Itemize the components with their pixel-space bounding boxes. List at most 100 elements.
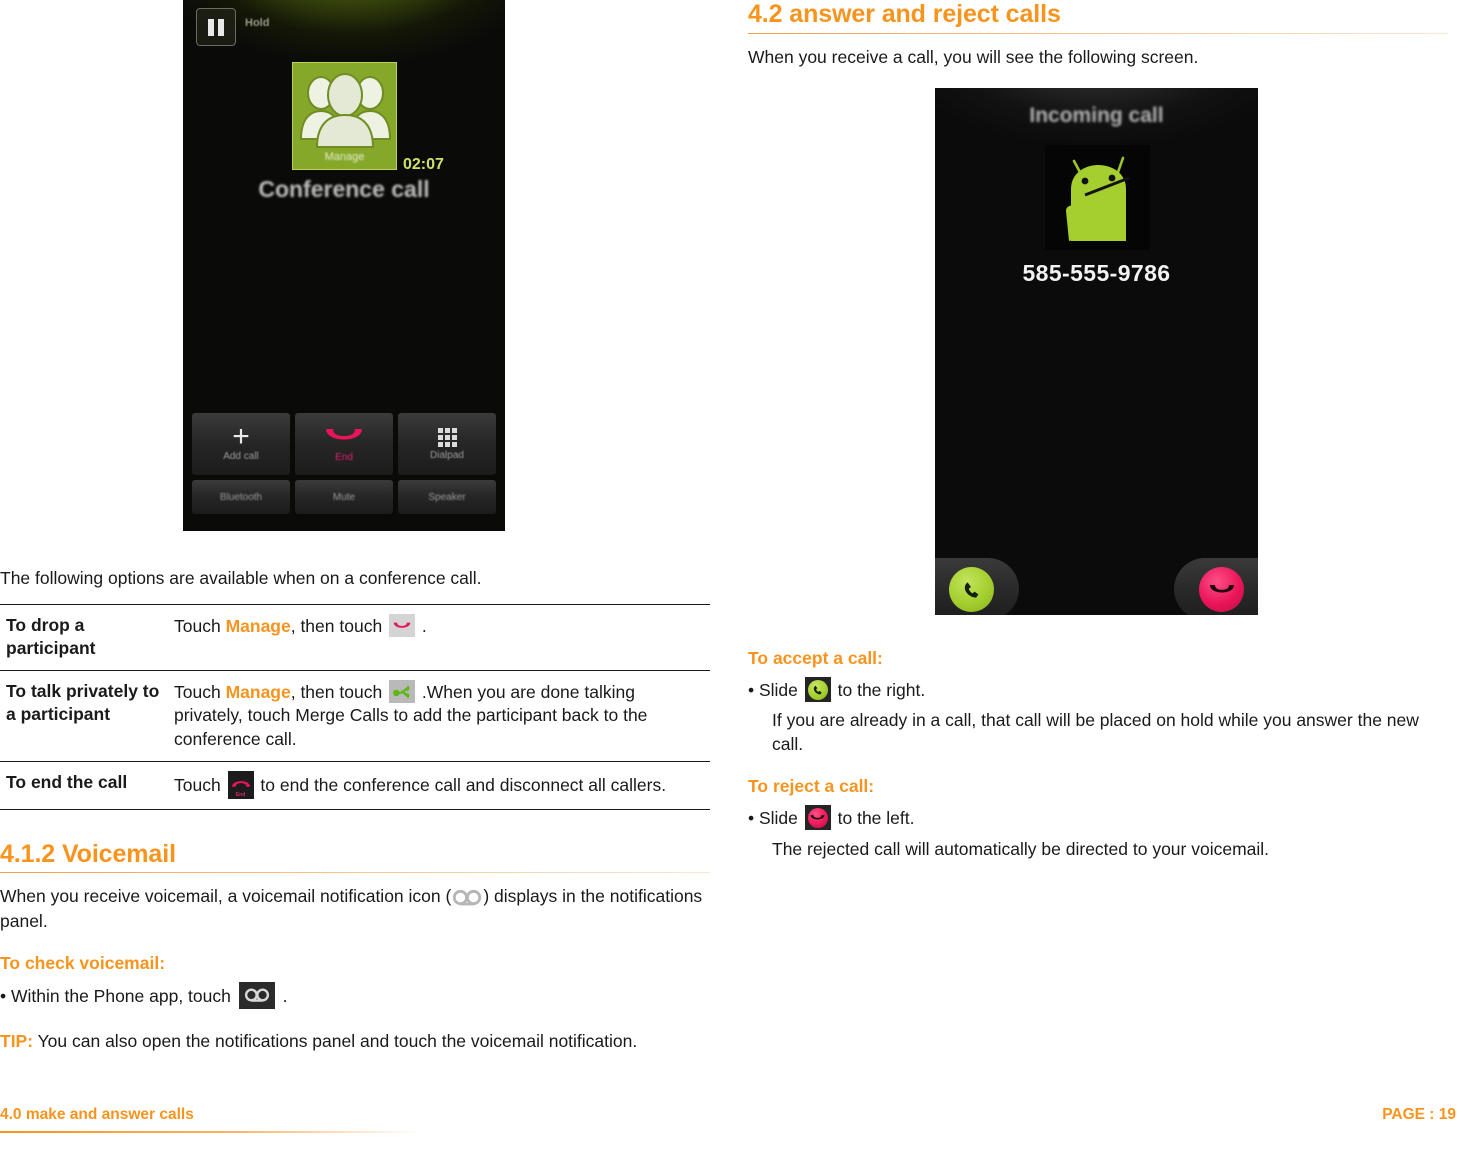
mute-label: Mute [332, 491, 356, 503]
voicemail-glyph [453, 890, 482, 906]
dialpad-label: Dialpad [430, 449, 464, 461]
row-description: Touch End to end the conference call and… [168, 760, 710, 810]
bullet-post: to the left. [832, 808, 915, 829]
incoming-call-title: Incoming call [1029, 104, 1164, 127]
bluetooth-label: Bluetooth [219, 491, 263, 503]
footer-rule [0, 1131, 420, 1133]
manage-link[interactable]: Manage [226, 682, 291, 702]
drop-participant-icon [389, 614, 416, 638]
right-column: 4.2 answer and reject calls When you rec… [748, 0, 1448, 80]
conference-call-title: Conference call [258, 176, 430, 202]
plus-icon: + [232, 420, 250, 453]
end-call-label: End [335, 452, 353, 463]
end-call-button[interactable]: End [295, 413, 393, 475]
bullet-pre: • Slide [748, 680, 803, 700]
answer-slider-handle[interactable] [949, 567, 994, 612]
desc-pre: Touch [174, 616, 226, 637]
call-controls-row-1: + Add call End Dialpad [192, 413, 496, 475]
pause-icon [208, 18, 224, 36]
answer-call-icon [804, 677, 831, 702]
row-description: Touch Manage, then touch . [168, 604, 710, 671]
desc-pre: Touch [174, 774, 226, 795]
caller-number: 585-555-9786 [1022, 260, 1171, 286]
answer-reject-intro: When you receive a call, you will see th… [748, 46, 1199, 67]
reject-call-icon [804, 805, 831, 831]
bullet-pre: • Slide [748, 808, 803, 829]
reject-dot [807, 807, 828, 828]
bullet-post: . [277, 985, 288, 1006]
end-call-icon: End [227, 770, 254, 799]
add-call-label: Add call [223, 451, 259, 462]
voicemail-heading-rule [0, 872, 710, 874]
conference-options-intro: The following options are available when… [0, 568, 482, 588]
end-call-chip-label: End [235, 792, 246, 799]
manage-button[interactable]: Manage [292, 62, 397, 170]
conference-call-screenshot: Hold Manage 02:07 Conference call + Add … [183, 0, 505, 531]
reject-call-heading: To reject a call: [748, 776, 875, 797]
check-voicemail-heading: To check voicemail: [0, 952, 166, 973]
tip-text: You can also open the notifications pane… [33, 1030, 638, 1051]
left-column: The following options are available when… [0, 566, 710, 1064]
hold-button[interactable] [196, 8, 236, 46]
end-call-icon [326, 429, 362, 440]
voicemail-button-icon [238, 981, 275, 1009]
dialpad-button[interactable]: Dialpad [398, 413, 496, 475]
group-people-icon [299, 73, 392, 148]
split-glyph [393, 684, 410, 700]
reject-call-bullet: • Slide to the left. [748, 805, 1448, 831]
add-call-button[interactable]: + Add call [192, 413, 290, 475]
answer-call-icon [964, 581, 978, 598]
dialpad-icon [437, 427, 457, 447]
reject-slider-handle[interactable] [1199, 567, 1244, 612]
voicemail-glyph [244, 988, 269, 1002]
page-footer: 4.0 make and answer calls PAGE : 19 [0, 1106, 1462, 1140]
desc-post: to end the conference call and disconnec… [255, 774, 667, 795]
handset-glyph [813, 685, 822, 694]
voicemail-paragraph: When you receive voicemail, a voicemail … [0, 884, 710, 932]
manage-label: Manage [324, 151, 365, 163]
voicemail-tip: TIP: You can also open the notifications… [0, 1029, 710, 1053]
accept-call-bullet: • Slide to the right. [748, 677, 1448, 702]
row-description: Touch Manage, then touch .When you are d… [168, 670, 710, 762]
speaker-button[interactable]: Speaker [398, 480, 496, 514]
split-call-icon [389, 680, 416, 704]
voicemail-heading: 4.1.2 Voicemail [0, 839, 176, 868]
row-term: To talk privately to a participant [0, 670, 168, 762]
conference-options-table: To drop a participant Touch Manage, then… [0, 604, 710, 810]
reject-call-note: The rejected call will automatically be … [772, 838, 1270, 859]
desc-mid: , then touch [290, 616, 388, 637]
voicemail-notification-icon [452, 888, 482, 907]
reject-call-icon [1209, 584, 1234, 592]
manage-link[interactable]: Manage [226, 616, 291, 636]
desc-post: . [417, 616, 427, 637]
bullet-post: to the right. [832, 680, 926, 700]
hold-label: Hold [245, 17, 270, 29]
tip-label: TIP: [0, 1030, 34, 1051]
footer-page-number: PAGE : 19 [1382, 1106, 1456, 1123]
table-row: To talk privately to a participant Touch… [0, 670, 710, 762]
desc-pre: Touch [174, 682, 226, 703]
call-timer: 02:07 [403, 156, 444, 173]
right-column-lower: To accept a call: • Slide to the right. … [748, 648, 1448, 861]
end-call-glyph [231, 781, 250, 787]
manual-page: Hold Manage 02:07 Conference call + Add … [0, 0, 1462, 1152]
check-voicemail-bullet: • Within the Phone app, touch . [0, 981, 710, 1009]
accept-call-heading: To accept a call: [748, 648, 883, 668]
handset-glyph [810, 815, 825, 820]
android-robot-icon [1065, 156, 1130, 241]
accept-call-note: If you are already in a call, that call … [772, 710, 1419, 755]
mute-button[interactable]: Mute [295, 480, 393, 514]
footer-chapter: 4.0 make and answer calls [0, 1106, 194, 1123]
answer-reject-heading-rule [748, 32, 1448, 34]
row-term: To drop a participant [0, 604, 168, 671]
bullet-pre: • Within the Phone app, touch [0, 985, 236, 1006]
end-call-glyph [393, 622, 411, 628]
speaker-label: Speaker [428, 491, 466, 503]
voicemail-para-pre: When you receive voicemail, a voicemail … [0, 886, 452, 907]
table-row: To end the call Touch End to end the con… [0, 760, 710, 810]
table-row: To drop a participant Touch Manage, then… [0, 604, 710, 671]
row-term: To end the call [0, 760, 168, 810]
call-controls-row-2: Bluetooth Mute Speaker [192, 480, 496, 514]
desc-mid: , then touch [290, 682, 388, 703]
bluetooth-button[interactable]: Bluetooth [192, 480, 290, 514]
